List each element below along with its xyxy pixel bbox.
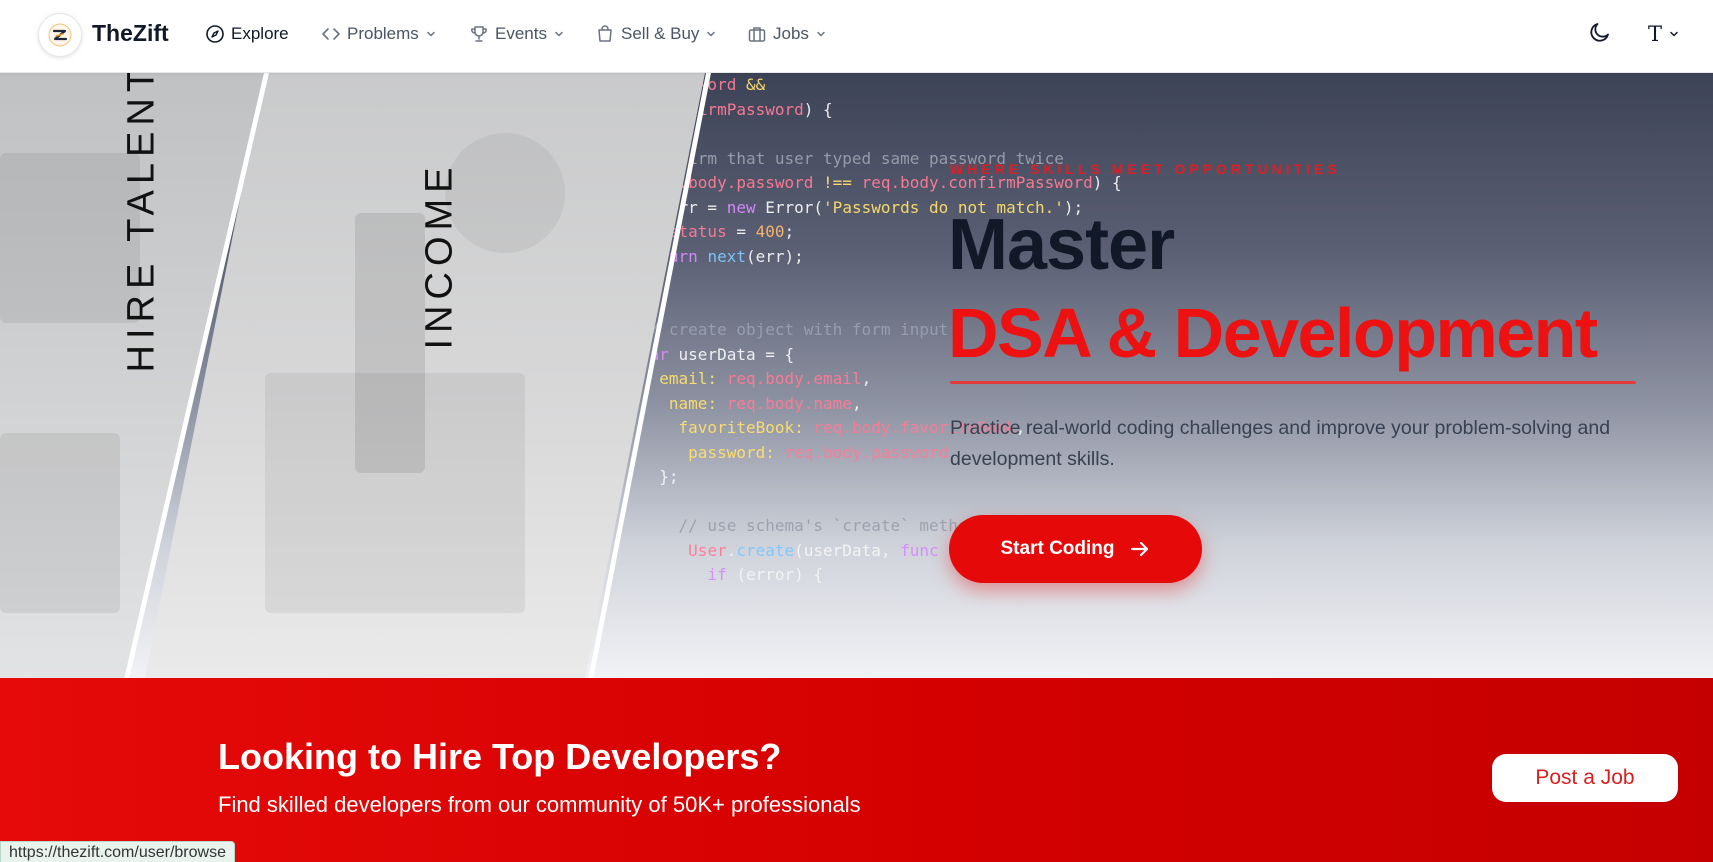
compass-icon bbox=[206, 25, 224, 43]
hire-developers-band: Looking to Hire Top Developers? Find ski… bbox=[0, 678, 1713, 862]
band-subtitle: Find skilled developers from our communi… bbox=[218, 792, 861, 817]
income-label[interactable]: INCOME bbox=[419, 162, 462, 350]
trophy-icon bbox=[471, 26, 487, 42]
hero-title-line2: DSA & Development bbox=[948, 294, 1598, 372]
chevron-down-icon bbox=[1670, 31, 1678, 37]
brand-name[interactable]: TheZift bbox=[92, 20, 169, 47]
arrow-right-icon bbox=[1130, 541, 1148, 557]
font-icon: T bbox=[1648, 22, 1663, 46]
post-job-button[interactable]: Post a Job bbox=[1492, 754, 1678, 802]
nav-sell-buy-label: Sell & Buy bbox=[621, 24, 700, 43]
nav-explore-label: Explore bbox=[231, 24, 289, 43]
start-coding-label: Start Coding bbox=[1000, 538, 1115, 559]
nav-problems[interactable]: Problems bbox=[321, 22, 437, 46]
band-title: Looking to Hire Top Developers? bbox=[218, 736, 782, 777]
hero-title-line1: Master bbox=[948, 205, 1175, 285]
nav-jobs[interactable]: Jobs bbox=[747, 22, 827, 46]
hero-section: password && confirmPassword) { nfirm tha… bbox=[0, 73, 1713, 678]
nav-jobs-label: Jobs bbox=[773, 24, 809, 43]
theme-toggle-button[interactable] bbox=[1588, 20, 1612, 44]
moon-icon bbox=[1590, 23, 1609, 42]
chevron-down-icon bbox=[555, 31, 563, 37]
hero-description: Practice real-world coding challenges an… bbox=[950, 417, 1611, 470]
nav-problems-label: Problems bbox=[347, 24, 419, 43]
briefcase-icon bbox=[748, 27, 766, 42]
font-settings-button[interactable]: T bbox=[1648, 22, 1680, 46]
nav-events[interactable]: Events bbox=[469, 22, 565, 46]
shopping-bag-icon bbox=[598, 25, 612, 42]
chevron-down-icon bbox=[817, 31, 825, 37]
chevron-down-icon bbox=[707, 31, 716, 37]
status-bar-url: https://thezift.com/user/browse bbox=[0, 841, 235, 862]
nav-events-label: Events bbox=[495, 24, 547, 43]
hero-title-underline bbox=[950, 381, 1636, 384]
top-navbar: TheZift Explore Problems Events Sell & B… bbox=[0, 0, 1713, 73]
start-coding-button[interactable]: Start Coding bbox=[949, 515, 1202, 583]
hero-tagline: WHERE SKILLS MEET OPPORTUNITIES bbox=[950, 161, 1341, 177]
nav-explore[interactable]: Explore bbox=[205, 22, 289, 46]
brand-logo[interactable] bbox=[38, 13, 82, 57]
nav-sell-buy[interactable]: Sell & Buy bbox=[595, 22, 717, 46]
hire-talent-label[interactable]: HIRE TALENT bbox=[121, 73, 164, 373]
code-icon bbox=[322, 28, 340, 40]
zift-logo-icon bbox=[48, 23, 72, 47]
chevron-down-icon bbox=[427, 31, 435, 37]
